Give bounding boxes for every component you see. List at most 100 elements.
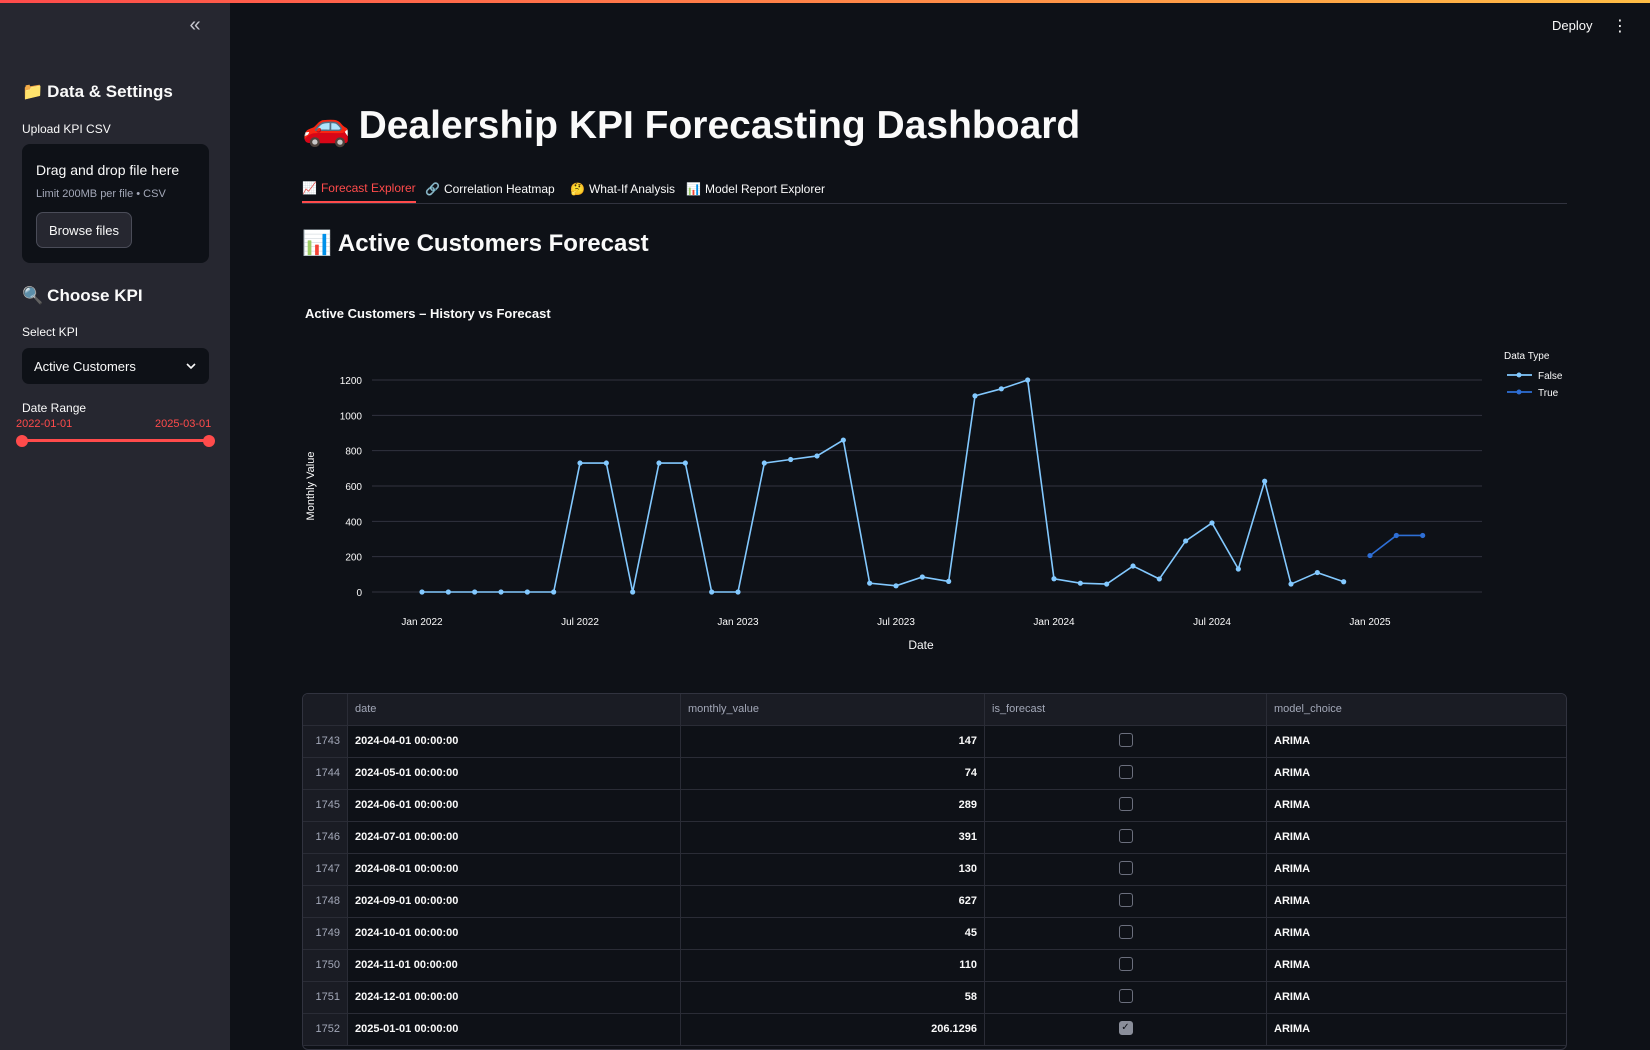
table-row[interactable]: 1746 2024-07-01 00:00:00 391 ARIMA [303, 822, 1566, 854]
cell-date[interactable]: 2024-05-01 00:00:00 [348, 758, 681, 789]
table-row[interactable]: 1751 2024-12-01 00:00:00 58 ARIMA [303, 982, 1566, 1014]
header-model-choice[interactable]: model_choice [1267, 694, 1566, 725]
checkbox[interactable] [1118, 893, 1133, 908]
header-date[interactable]: date [348, 694, 681, 725]
checkbox[interactable] [1118, 989, 1133, 1004]
date-range-end-handle[interactable] [203, 435, 215, 447]
tab-forecast-explorer[interactable]: 📈 Forecast Explorer [302, 175, 416, 203]
cell-model-choice[interactable]: ARIMA [1267, 790, 1566, 821]
kpi-select-value: Active Customers [34, 358, 136, 374]
cell-date[interactable]: 2024-06-01 00:00:00 [348, 790, 681, 821]
cell-date[interactable]: 2024-10-01 00:00:00 [348, 918, 681, 949]
browse-files-button[interactable]: Browse files [36, 212, 132, 248]
table-row[interactable]: 1747 2024-08-01 00:00:00 130 ARIMA [303, 854, 1566, 886]
cell-date[interactable]: 2024-07-01 00:00:00 [348, 822, 681, 853]
kpi-select[interactable]: Active Customers [22, 348, 209, 384]
cell-is-forecast[interactable] [985, 790, 1267, 821]
cell-model-choice[interactable]: ARIMA [1267, 982, 1566, 1013]
tab-what-if-analysis[interactable]: 🤔 What-If Analysis [570, 175, 675, 203]
cell-is-forecast[interactable] [985, 918, 1267, 949]
cell-is-forecast[interactable]: ✓ [985, 1014, 1267, 1045]
cell-monthly-value[interactable]: 147 [681, 726, 985, 757]
row-index: 1743 [303, 726, 348, 757]
cell-date[interactable]: 2024-04-01 00:00:00 [348, 726, 681, 757]
cell-date[interactable]: 2025-01-01 00:00:00 [348, 1014, 681, 1045]
y-tick-label: 1200 [340, 376, 363, 387]
data-point [1051, 576, 1057, 582]
data-point [682, 460, 688, 466]
sidebar: « 📁 Data & Settings Upload KPI CSV Drag … [0, 0, 230, 1050]
cell-is-forecast[interactable] [985, 854, 1267, 885]
chevrons-left-icon[interactable]: « [184, 14, 206, 36]
date-range-label: Date Range [22, 401, 87, 415]
cell-model-choice[interactable]: ARIMA [1267, 726, 1566, 757]
checkbox[interactable] [1118, 797, 1133, 812]
cell-model-choice[interactable]: ARIMA [1267, 886, 1566, 917]
date-range-start-handle[interactable] [16, 435, 28, 447]
table-row[interactable]: 1743 2024-04-01 00:00:00 147 ARIMA [303, 726, 1566, 758]
cell-date[interactable]: 2024-08-01 00:00:00 [348, 854, 681, 885]
checkbox[interactable] [1118, 829, 1133, 844]
x-tick-label: Jul 2024 [1193, 617, 1231, 628]
forecast-line-chart[interactable]: 0 200 400 600 800 1000 1200 Jan 2022 Jul 2022 Jan… [302, 340, 1567, 660]
data-table[interactable]: date monthly_value is_forecast model_cho… [302, 693, 1567, 1050]
cell-model-choice[interactable]: ARIMA [1267, 854, 1566, 885]
checkbox[interactable] [1118, 861, 1133, 876]
cell-model-choice[interactable]: ARIMA [1267, 950, 1566, 981]
checkbox[interactable] [1118, 925, 1133, 940]
checkbox[interactable] [1118, 765, 1133, 780]
cell-is-forecast[interactable] [985, 950, 1267, 981]
checkbox[interactable] [1118, 957, 1133, 972]
cell-is-forecast[interactable] [985, 886, 1267, 917]
table-row[interactable]: 1752 2025-01-01 00:00:00 206.1296 ✓ ARIMA [303, 1014, 1566, 1046]
checkbox[interactable]: ✓ [1118, 1021, 1133, 1036]
row-index: 1751 [303, 982, 348, 1013]
y-tick-label: 400 [345, 517, 362, 528]
cell-date[interactable]: 2024-12-01 00:00:00 [348, 982, 681, 1013]
cell-monthly-value[interactable]: 391 [681, 822, 985, 853]
tab-model-report-explorer[interactable]: 📊 Model Report Explorer [686, 175, 825, 203]
table-row[interactable]: 1748 2024-09-01 00:00:00 627 ARIMA [303, 886, 1566, 918]
cell-is-forecast[interactable] [985, 822, 1267, 853]
select-kpi-label: Select KPI [22, 325, 79, 339]
bar-chart-icon: 📊 [302, 230, 332, 257]
cell-monthly-value[interactable]: 45 [681, 918, 985, 949]
cell-model-choice[interactable]: ARIMA [1267, 758, 1566, 789]
table-row[interactable]: 1744 2024-05-01 00:00:00 74 ARIMA [303, 758, 1566, 790]
tab-bar: 📈 Forecast Explorer 🔗 Correlation Heatma… [302, 170, 1567, 204]
cell-model-choice[interactable]: ARIMA [1267, 918, 1566, 949]
cell-monthly-value[interactable]: 627 [681, 886, 985, 917]
cell-monthly-value[interactable]: 58 [681, 982, 985, 1013]
cell-date[interactable]: 2024-11-01 00:00:00 [348, 950, 681, 981]
chart-up-icon: 📈 [302, 181, 317, 195]
file-uploader-dropzone[interactable]: Drag and drop file here Limit 200MB per … [22, 144, 209, 263]
cell-model-choice[interactable]: ARIMA [1267, 1014, 1566, 1045]
cell-monthly-value[interactable]: 74 [681, 758, 985, 789]
checkbox[interactable] [1118, 733, 1133, 748]
table-row[interactable]: 1745 2024-06-01 00:00:00 289 ARIMA [303, 790, 1566, 822]
choose-kpi-heading: 🔍 Choose KPI [22, 286, 143, 306]
tab-correlation-heatmap[interactable]: 🔗 Correlation Heatmap [425, 175, 555, 203]
cell-monthly-value[interactable]: 110 [681, 950, 985, 981]
cell-is-forecast[interactable] [985, 758, 1267, 789]
cell-date[interactable]: 2024-09-01 00:00:00 [348, 886, 681, 917]
date-range-start: 2022-01-01 [16, 418, 73, 430]
data-point [1209, 520, 1215, 526]
cell-monthly-value[interactable]: 206.1296 [681, 1014, 985, 1045]
table-row[interactable]: 1750 2024-11-01 00:00:00 110 ARIMA [303, 950, 1566, 982]
header-monthly-value[interactable]: monthly_value [681, 694, 985, 725]
deploy-button[interactable]: Deploy [1552, 18, 1592, 33]
section-title-text: Active Customers Forecast [337, 229, 649, 257]
cell-model-choice[interactable]: ARIMA [1267, 822, 1566, 853]
data-point [551, 589, 557, 595]
header-is-forecast[interactable]: is_forecast [985, 694, 1267, 725]
row-index: 1752 [303, 1014, 348, 1045]
data-point [867, 580, 873, 586]
chevron-down-icon [186, 363, 196, 370]
cell-monthly-value[interactable]: 130 [681, 854, 985, 885]
table-row[interactable]: 1749 2024-10-01 00:00:00 45 ARIMA [303, 918, 1566, 950]
vertical-dots-icon[interactable]: ⋮ [1612, 16, 1628, 38]
cell-is-forecast[interactable] [985, 726, 1267, 757]
cell-is-forecast[interactable] [985, 982, 1267, 1013]
cell-monthly-value[interactable]: 289 [681, 790, 985, 821]
